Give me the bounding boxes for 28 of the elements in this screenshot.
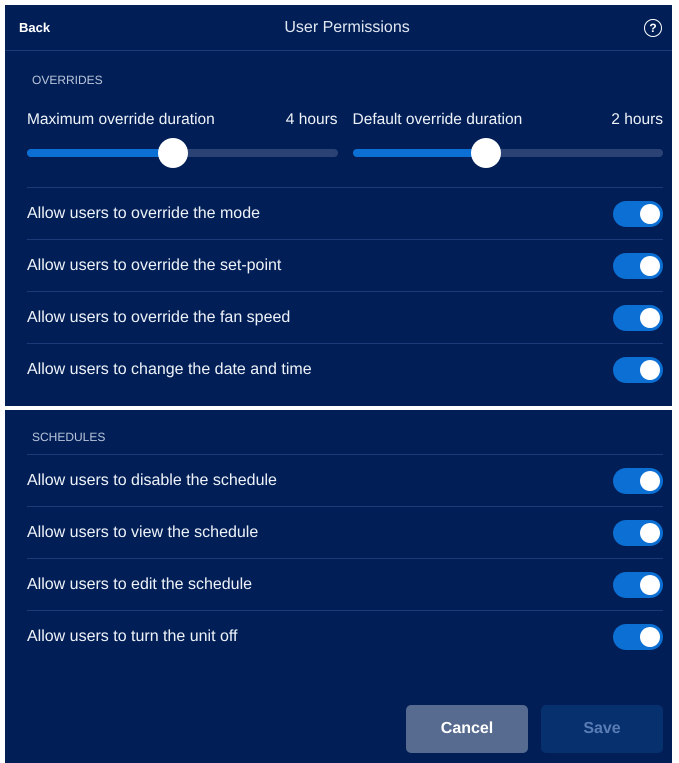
toggle-switch[interactable]: [613, 520, 663, 546]
slider-label: Maximum override duration: [27, 111, 215, 129]
slider-value: 4 hours: [286, 111, 338, 129]
setting-label: Allow users to override the mode: [27, 204, 260, 222]
toggle-switch[interactable]: [613, 356, 663, 382]
toggle-switch[interactable]: [613, 200, 663, 226]
help-button[interactable]: ?: [644, 18, 662, 36]
cancel-button[interactable]: Cancel: [406, 705, 528, 753]
setting-label: Allow users to turn the unit off: [27, 628, 238, 646]
slider-value: 2 hours: [611, 111, 663, 129]
section-title: SCHEDULES: [27, 410, 663, 455]
setting-label: Allow users to disable the schedule: [27, 472, 277, 490]
toggle-switch[interactable]: [613, 572, 663, 598]
toggle-switch[interactable]: [613, 468, 663, 494]
setting-label: Allow users to override the set-point: [27, 256, 282, 274]
toggle-switch[interactable]: [613, 304, 663, 330]
setting-label: Allow users to view the schedule: [27, 524, 258, 542]
slider-label: Default override duration: [352, 111, 522, 129]
setting-label: Allow users to change the date and time: [27, 360, 312, 378]
toggle-switch[interactable]: [613, 252, 663, 278]
window-title: User Permissions: [284, 18, 410, 36]
toggle-switch[interactable]: [613, 624, 663, 650]
slider[interactable]: [352, 138, 663, 168]
back-link[interactable]: Back: [19, 20, 50, 35]
slider[interactable]: [27, 138, 338, 168]
setting-label: Allow users to edit the schedule: [27, 576, 252, 594]
section-title: OVERRIDES: [31, 72, 104, 89]
setting-label: Allow users to override the fan speed: [27, 308, 290, 326]
